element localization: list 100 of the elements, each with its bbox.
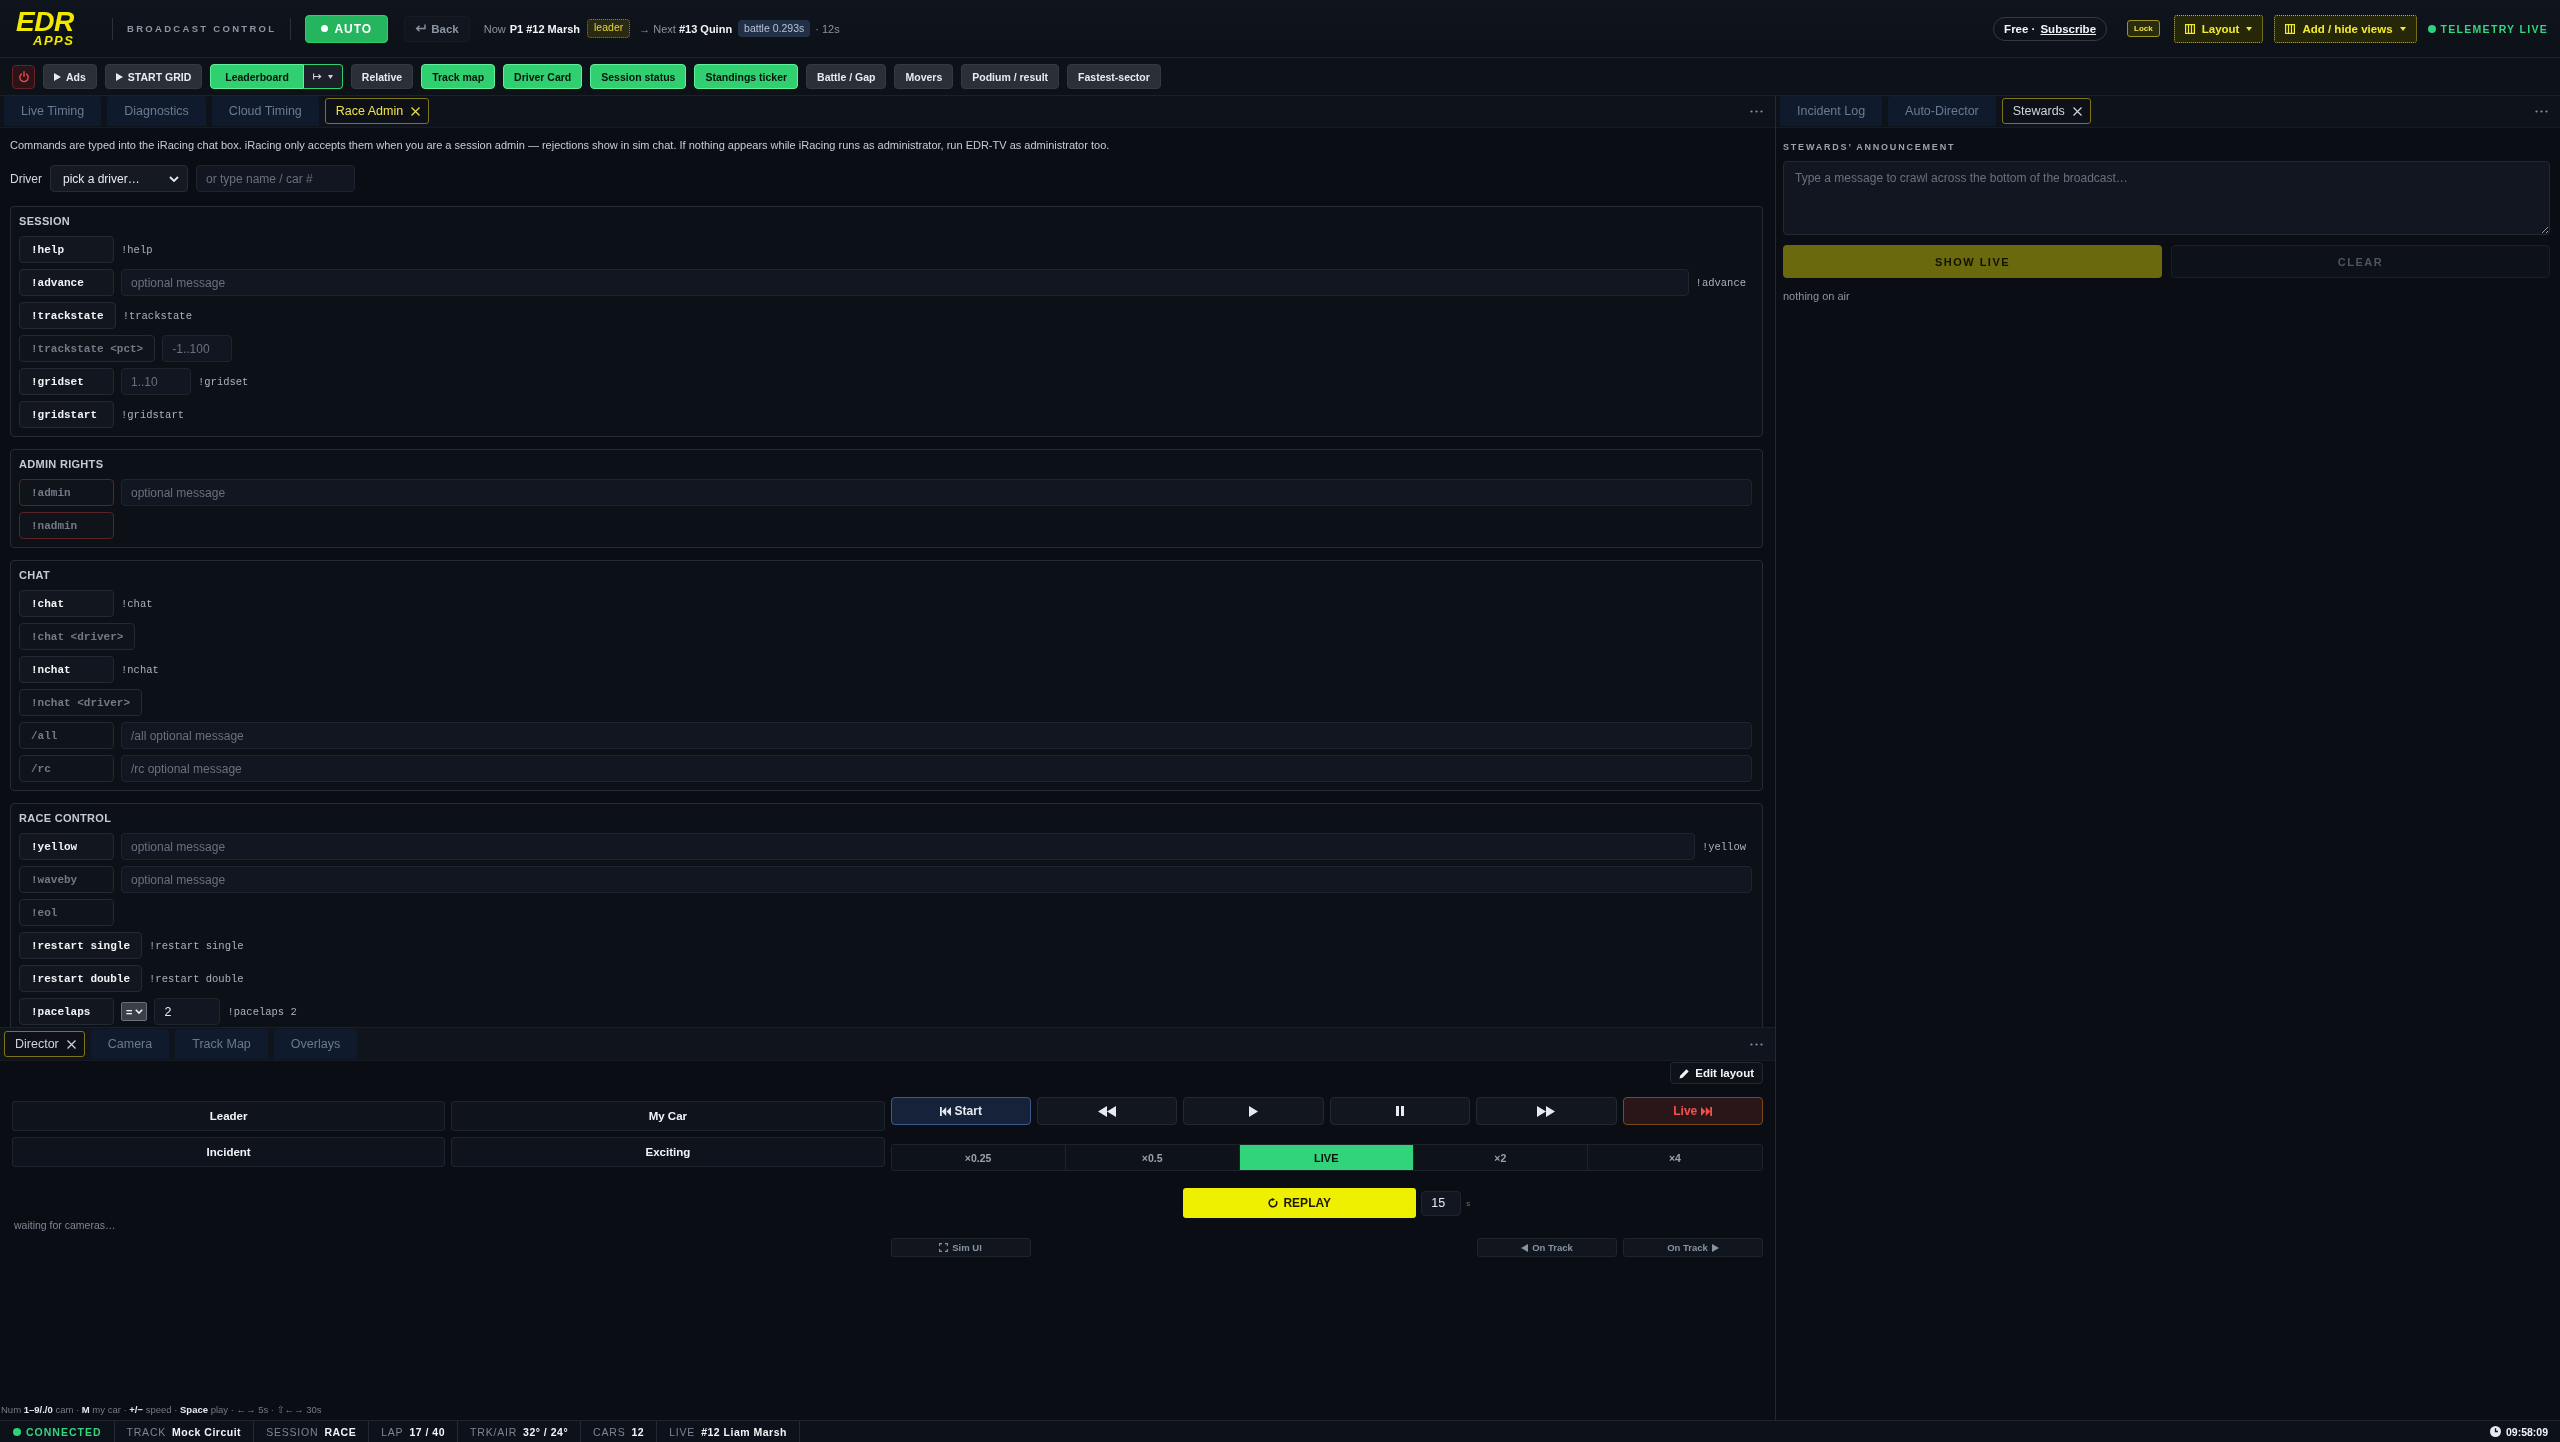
- on-track-button[interactable]: On Track: [1623, 1238, 1763, 1257]
- command-preview: !yellow: [1701, 840, 1747, 853]
- operator-select[interactable]: =: [121, 1002, 148, 1021]
- speed-option[interactable]: LIVE: [1239, 1145, 1414, 1170]
- edit-layout-button[interactable]: Edit layout: [1670, 1062, 1763, 1084]
- command-button[interactable]: !yellow: [19, 833, 114, 860]
- subscribe-link[interactable]: Subscribe: [2040, 22, 2097, 35]
- toolbar-button[interactable]: Ads: [43, 64, 97, 89]
- replay-button[interactable]: REPLAY: [1183, 1188, 1417, 1218]
- panel-tab[interactable]: Stewards: [2001, 98, 2091, 124]
- sim-ui-button[interactable]: Sim UI: [890, 1238, 1031, 1257]
- transport-button[interactable]: [1036, 1097, 1178, 1125]
- speed-option[interactable]: ×0.5: [1065, 1145, 1240, 1170]
- command-button[interactable]: !gridset: [19, 368, 114, 395]
- instructions-text: Commands are typed into the iRacing chat box. iRacing only accepts them when you are a session admin — rejections show in sim chat. If nothing appears while iRacing runs as administrator, run EDR-TV as administrator too.: [10, 138, 1110, 153]
- toolbar-button[interactable]: START GRID: [104, 64, 203, 89]
- power-button[interactable]: [12, 64, 35, 89]
- driver-search-field[interactable]: or type name / car #: [196, 165, 355, 192]
- leader-tag: leader: [587, 19, 631, 38]
- now-driver: P1 #12 Marsh: [509, 22, 581, 35]
- overlay-toggle-button[interactable]: Track map: [421, 64, 496, 89]
- pause-icon: [1395, 1106, 1404, 1116]
- seconds-field[interactable]: 15: [1421, 1190, 1462, 1216]
- overlay-toggle-button[interactable]: Standings ticker: [694, 64, 799, 89]
- on-track-button[interactable]: On Track: [1477, 1238, 1617, 1257]
- driver-select[interactable]: pick a driver…: [50, 165, 188, 192]
- command-preview: !restart single: [149, 939, 245, 952]
- overlay-options-button[interactable]: [303, 64, 343, 89]
- grid-icon: [2285, 23, 2296, 34]
- overlay-toggle-button[interactable]: Battle / Gap: [806, 64, 887, 89]
- transport-button[interactable]: Live: [1622, 1097, 1763, 1125]
- panel-tab[interactable]: Live Timing: [4, 96, 102, 126]
- panel-tab[interactable]: Director: [4, 1031, 85, 1057]
- back-button[interactable]: Back: [404, 15, 470, 42]
- more-icon[interactable]: [1750, 1042, 1763, 1046]
- connection-status: CONNECTED: [26, 1425, 102, 1438]
- lock-button[interactable]: Lock: [2127, 20, 2160, 37]
- rewind-icon: [1098, 1105, 1117, 1117]
- layout-button[interactable]: Layout: [2173, 14, 2264, 43]
- overlay-toggle-button[interactable]: Session status: [590, 64, 687, 89]
- announcement-field[interactable]: Type a message to crawl across the bottom of the broadcast…: [1783, 161, 2550, 235]
- command-preview: !restart double: [149, 972, 245, 985]
- pencil-icon: [1679, 1067, 1691, 1079]
- command-preview: !gridstart: [121, 408, 185, 421]
- more-icon[interactable]: [1750, 110, 1763, 113]
- status-value: Mock Circuit: [172, 1425, 242, 1438]
- panel-tab[interactable]: Cloud Timing: [211, 96, 319, 126]
- next-eta: · 12s: [815, 22, 840, 35]
- command-button[interactable]: !trackstate: [19, 302, 116, 329]
- status-label: LAP: [381, 1425, 404, 1438]
- overlay-toggle-button[interactable]: Driver Card: [503, 64, 583, 89]
- overlay-toggle-button[interactable]: Relative: [350, 64, 414, 89]
- camera-button[interactable]: Leader: [12, 1101, 446, 1131]
- close-icon: [66, 1039, 76, 1049]
- panel-tab[interactable]: Auto-Director: [1888, 96, 1996, 126]
- driver-label: Driver: [10, 171, 42, 186]
- speed-option[interactable]: ×4: [1587, 1145, 1762, 1170]
- section-title: RACE CONTROL: [19, 811, 112, 825]
- skip-forward-icon: [1701, 1106, 1713, 1116]
- panel-tab[interactable]: Track Map: [175, 1029, 268, 1059]
- panel-tab[interactable]: Camera: [90, 1029, 170, 1059]
- command-preview: !chat: [121, 597, 154, 610]
- command-button[interactable]: !chat: [19, 590, 114, 617]
- speed-option[interactable]: ×2: [1413, 1145, 1588, 1170]
- overlay-toggle-button[interactable]: Fastest-sector: [1067, 64, 1161, 89]
- command-button[interactable]: !nchat: [19, 656, 114, 683]
- command-button[interactable]: !advance: [19, 269, 114, 296]
- command-button[interactable]: !restart double: [19, 965, 143, 992]
- overlay-toggle-button[interactable]: Leaderboard: [210, 64, 304, 89]
- status-label: TRK/AIR: [470, 1425, 518, 1438]
- status-value: RACE: [324, 1425, 357, 1438]
- skip-back-icon: [939, 1106, 951, 1116]
- command-button[interactable]: !gridstart: [19, 401, 114, 428]
- plan-label: Free ·: [2004, 22, 2036, 35]
- transport-button[interactable]: [1476, 1097, 1617, 1125]
- caret-icon: [327, 74, 333, 79]
- camera-status-text: waiting for cameras…: [14, 1219, 116, 1231]
- overlay-toggle-button[interactable]: Podium / result: [961, 64, 1060, 89]
- add-views-button[interactable]: Add / hide views: [2274, 14, 2417, 43]
- command-button[interactable]: !pacelaps: [19, 998, 114, 1025]
- camera-button[interactable]: Exciting: [451, 1137, 885, 1167]
- caret-icon: [2246, 26, 2253, 31]
- overlay-toggle-button[interactable]: Movers: [894, 64, 954, 89]
- triangle-left-icon: [1521, 1243, 1529, 1252]
- message-field[interactable]: optional message: [121, 269, 1689, 296]
- more-icon[interactable]: [2535, 110, 2548, 113]
- camera-button[interactable]: My Car: [451, 1101, 885, 1131]
- panel-tab[interactable]: Race Admin: [324, 98, 430, 124]
- speed-option[interactable]: ×0.25: [891, 1145, 1066, 1170]
- command-button[interactable]: !help: [19, 236, 114, 263]
- laps-field[interactable]: 2: [154, 998, 221, 1025]
- transport-button[interactable]: Start: [890, 1097, 1031, 1125]
- panel-tab[interactable]: Diagnostics: [107, 96, 206, 126]
- camera-button[interactable]: Incident: [12, 1137, 446, 1167]
- command-button[interactable]: !restart single: [19, 932, 143, 959]
- message-field[interactable]: optional message: [121, 833, 1695, 860]
- panel-tab[interactable]: Overlays: [273, 1029, 358, 1059]
- panel-tab[interactable]: Incident Log: [1780, 96, 1883, 126]
- triangle-right-icon: [1711, 1243, 1719, 1252]
- number-field[interactable]: 1..10: [121, 368, 191, 395]
